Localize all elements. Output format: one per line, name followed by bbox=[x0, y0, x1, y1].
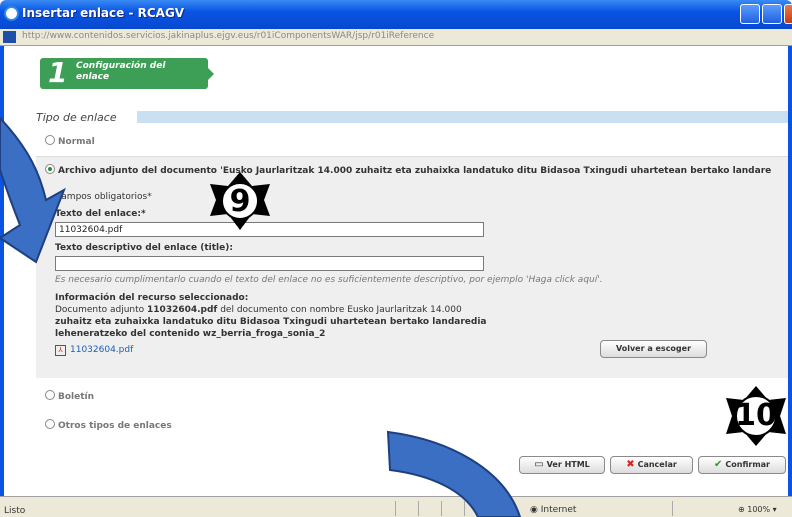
annotation-arrow-bottom bbox=[386, 430, 522, 517]
browser-window: Insertar enlace - RCAGV http://www.conte… bbox=[0, 0, 792, 517]
annotation-arrow-left bbox=[0, 116, 66, 264]
callout-10-text: 10 bbox=[735, 398, 777, 433]
annotation-overlay bbox=[0, 116, 786, 517]
callout-9-text: 9 bbox=[229, 184, 251, 219]
